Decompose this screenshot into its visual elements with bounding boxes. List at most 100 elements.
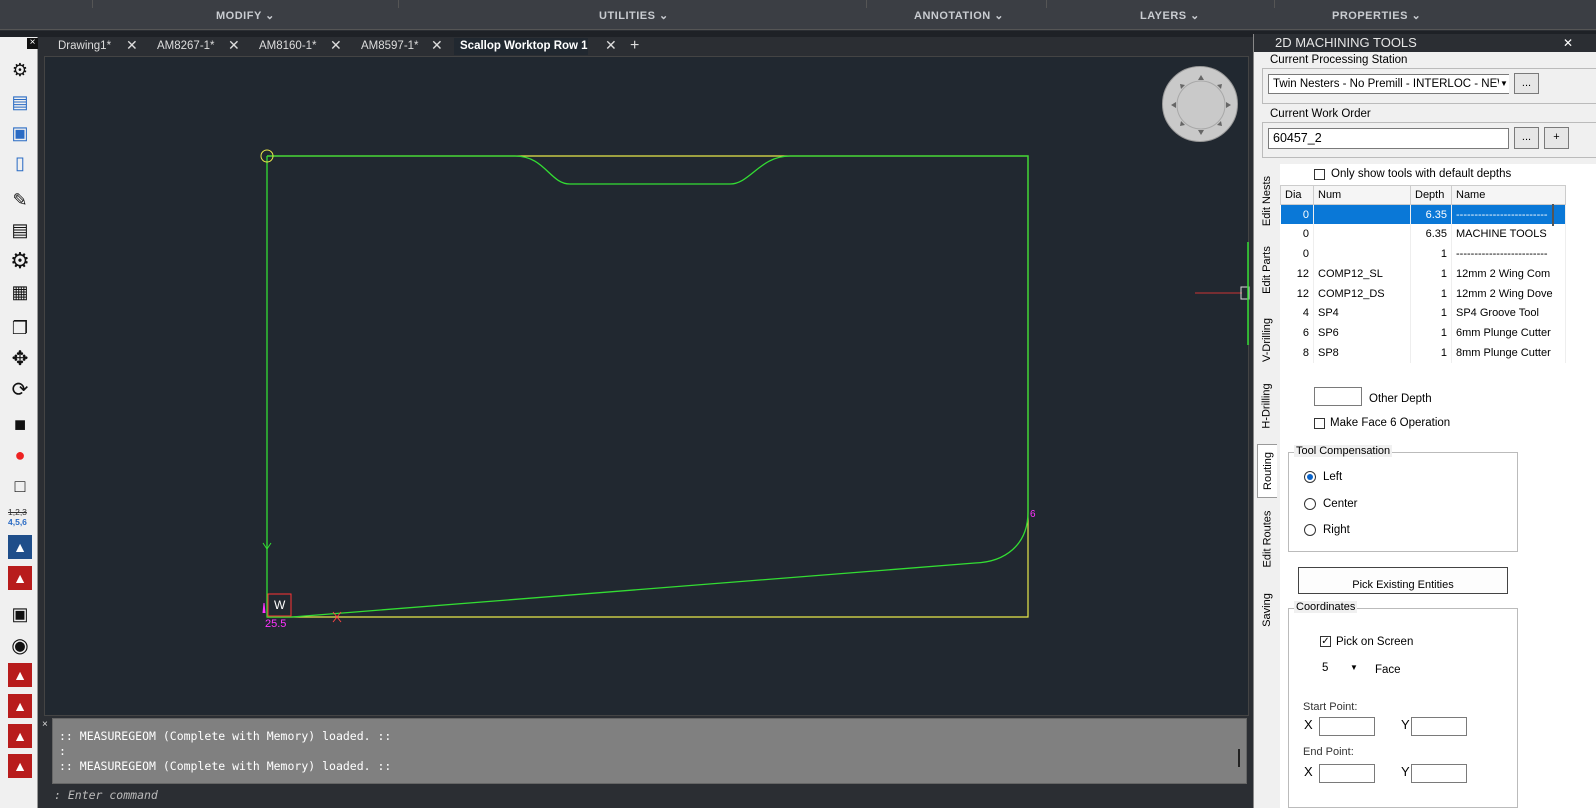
tab-h-drilling[interactable]: H-Drilling xyxy=(1257,376,1277,436)
table-row[interactable]: 0 6.35 MACHINE TOOLS xyxy=(1280,224,1566,245)
start-x-label: X xyxy=(1304,717,1313,732)
machine-icon[interactable]: ▲ xyxy=(8,535,32,559)
end-point-label: End Point: xyxy=(1303,746,1354,758)
right-label: Right xyxy=(1323,524,1350,536)
end-x-input[interactable] xyxy=(1319,764,1375,783)
copy-icon[interactable]: ❐ xyxy=(8,316,32,340)
vehicle-icon[interactable]: ▯ xyxy=(8,151,32,175)
tab-edit-nests[interactable]: Edit Nests xyxy=(1257,170,1277,232)
nest-settings-icon[interactable]: ▤ xyxy=(8,90,32,114)
center-radio[interactable] xyxy=(1304,498,1316,510)
table-row[interactable]: 0 6.35 ------------------------- xyxy=(1280,204,1566,225)
ribbon-properties[interactable]: PROPERTIES ⌄ xyxy=(1332,9,1421,22)
tab-edit-routes[interactable]: Edit Routes xyxy=(1257,506,1277,572)
route-path xyxy=(266,155,1029,618)
station-browse-button[interactable]: ... xyxy=(1514,73,1539,94)
table-row[interactable]: 8 SP8 1 8mm Plunge Cutter xyxy=(1280,343,1566,363)
rotate-icon[interactable]: ⟳ xyxy=(8,377,32,401)
processing-station-select[interactable]: Twin Nesters - No Premill - INTERLOC - N… xyxy=(1268,74,1509,94)
ribbon-modify[interactable]: MODIFY ⌄ xyxy=(216,9,275,22)
close-icon[interactable]: × xyxy=(42,719,48,730)
column-depth[interactable]: Depth xyxy=(1410,185,1452,205)
report-icon[interactable]: ▤ xyxy=(8,218,32,242)
navigation-wheel[interactable] xyxy=(1162,66,1238,142)
station-icon[interactable]: ▣ xyxy=(8,121,32,145)
close-icon[interactable]: ✕ xyxy=(1563,36,1575,50)
scrollbar-thumb[interactable] xyxy=(1238,749,1240,767)
brand-icon[interactable]: ▲ xyxy=(8,754,32,778)
table-row[interactable]: 0 1 ------------------------- xyxy=(1280,244,1566,264)
make-face6-checkbox[interactable] xyxy=(1314,418,1325,429)
other-depth-input[interactable] xyxy=(1314,387,1362,406)
chevron-down-icon[interactable]: ▼ xyxy=(1350,663,1358,672)
tab-routing[interactable]: Routing xyxy=(1257,444,1277,498)
column-num[interactable]: Num xyxy=(1313,185,1411,205)
close-icon[interactable]: ✕ xyxy=(228,37,240,54)
work-order-add-button[interactable]: + xyxy=(1544,127,1569,149)
gear-icon[interactable]: ⚙ xyxy=(8,58,32,82)
tab-am8267[interactable]: AM8267-1* xyxy=(151,38,215,55)
start-point-label: Start Point: xyxy=(1303,701,1358,713)
only-default-checkbox[interactable] xyxy=(1314,169,1325,180)
tab-saving[interactable]: Saving xyxy=(1257,582,1277,638)
vertical-tabs: Edit Nests Edit Parts V-Drilling H-Drill… xyxy=(1254,164,1280,808)
eraser-icon[interactable]: ● xyxy=(8,443,32,467)
grid-icon[interactable]: ▦ xyxy=(8,280,32,304)
dimension-label: 25.5 xyxy=(265,618,287,630)
close-icon[interactable]: × xyxy=(27,38,38,49)
close-icon[interactable]: ✕ xyxy=(605,37,617,54)
ribbon-utilities[interactable]: UTILITIES ⌄ xyxy=(599,9,669,22)
chevron-down-icon: ⌄ xyxy=(1411,10,1422,22)
start-x-input[interactable] xyxy=(1319,717,1375,736)
panel-title: 2D MACHINING TOOLS xyxy=(1254,34,1596,52)
chevron-down-icon: ⌄ xyxy=(994,10,1004,22)
drawing-svg xyxy=(260,149,1250,623)
pick-existing-entities-button[interactable]: Pick Existing Entities xyxy=(1298,567,1508,594)
center-label: Center xyxy=(1323,498,1358,510)
eye-icon[interactable]: ◉ xyxy=(8,633,32,657)
close-icon[interactable]: ✕ xyxy=(126,37,138,54)
tab-v-drilling[interactable]: V-Drilling xyxy=(1257,310,1277,370)
numbering-icon[interactable]: 1,2,3 4,5,6 xyxy=(8,507,27,527)
ribbon-layers[interactable]: LAYERS ⌄ xyxy=(1140,9,1200,22)
pick-screen-checkbox[interactable]: ✓ xyxy=(1320,636,1331,647)
table-row[interactable]: 6 SP6 1 6mm Plunge Cutter xyxy=(1280,323,1566,344)
pen-icon[interactable]: ✎ xyxy=(8,188,32,212)
end-y-input[interactable] xyxy=(1411,764,1467,783)
navigation-wheel-icon xyxy=(1171,75,1231,135)
save-icon[interactable]: ■ xyxy=(8,413,32,437)
left-radio[interactable] xyxy=(1304,471,1316,483)
table-row[interactable]: 12 COMP12_SL 1 12mm 2 Wing Com xyxy=(1280,263,1566,284)
brand-icon[interactable]: ▲ xyxy=(8,724,32,748)
left-toolbar: × ⚙ ▤ ▣ ▯ ✎ ▤ ⚙ ▦ ❐ ✥ ⟳ ■ ● □ 1,2,3 4,5,… xyxy=(0,37,38,808)
brand-icon[interactable]: ▲ xyxy=(8,694,32,718)
work-order-input[interactable]: 60457_2 xyxy=(1268,128,1509,149)
command-input[interactable]: : Enter command xyxy=(52,786,1247,808)
table-scrollbar[interactable] xyxy=(1552,204,1554,226)
tab-scallop-worktop[interactable]: Scallop Worktop Row 1 xyxy=(454,38,588,55)
column-dia[interactable]: Dia xyxy=(1280,185,1314,205)
start-y-input[interactable] xyxy=(1411,717,1467,736)
tab-drawing1[interactable]: Drawing1* xyxy=(52,38,111,55)
close-icon[interactable]: ✕ xyxy=(330,37,342,54)
settings-icon[interactable]: ⚙ xyxy=(8,248,32,273)
tab-am8160[interactable]: AM8160-1* xyxy=(253,38,317,55)
work-order-browse-button[interactable]: ... xyxy=(1514,127,1539,149)
new-tab-icon[interactable]: + xyxy=(630,37,639,54)
table-row[interactable]: 4 SP4 1 SP4 Groove Tool xyxy=(1280,303,1566,324)
table-row[interactable]: 12 COMP12_DS 1 12mm 2 Wing Dove xyxy=(1280,283,1566,304)
column-name[interactable]: Name xyxy=(1451,185,1566,205)
close-icon[interactable]: ✕ xyxy=(431,37,443,54)
right-radio[interactable] xyxy=(1304,524,1316,536)
drawing-canvas[interactable]: W 25.5 6 xyxy=(44,56,1250,716)
origin-label: W xyxy=(274,598,286,612)
tab-edit-parts[interactable]: Edit Parts xyxy=(1257,240,1277,300)
chevron-down-icon[interactable]: ▼ xyxy=(1499,75,1509,93)
brand-icon[interactable]: ▲ xyxy=(8,566,32,590)
ribbon-annotation[interactable]: ANNOTATION ⌄ xyxy=(914,9,1004,22)
tab-am8597[interactable]: AM8597-1* xyxy=(355,38,419,55)
brand-icon[interactable]: ▲ xyxy=(8,663,32,687)
select-frame-icon[interactable]: ▣ xyxy=(8,602,32,626)
move-icon[interactable]: ✥ xyxy=(8,346,32,370)
document-icon[interactable]: □ xyxy=(8,474,32,498)
